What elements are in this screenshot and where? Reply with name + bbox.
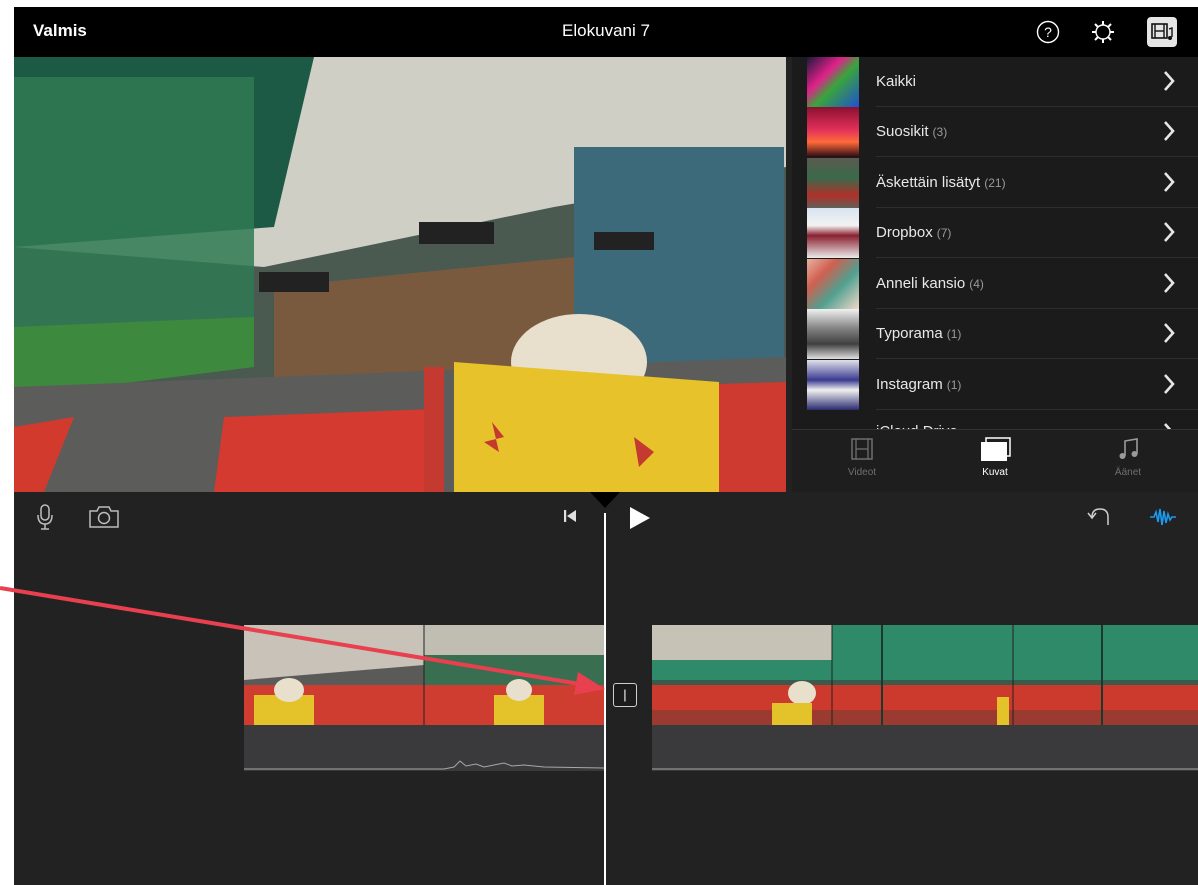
annotation-arrow (0, 586, 605, 695)
